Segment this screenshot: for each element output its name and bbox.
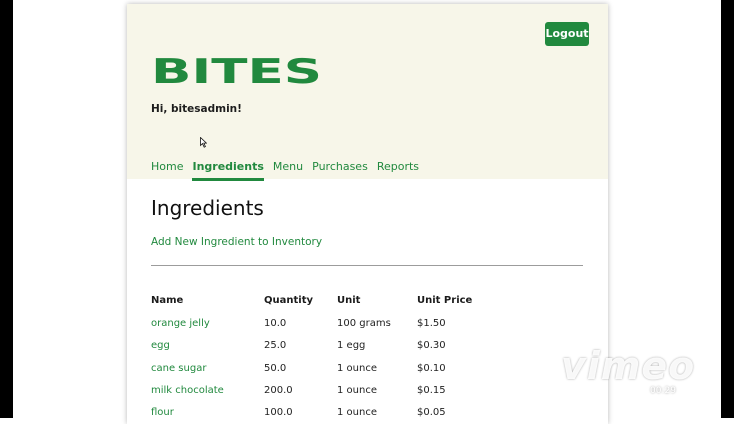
greeting: Hi, bitesadmin! — [151, 103, 242, 115]
column-header-quantity: Quantity — [264, 295, 313, 306]
table-row: egg 25.0 1 egg $0.30 — [127, 340, 608, 358]
ingredient-price: $0.10 — [417, 363, 446, 374]
logo-text: BITES — [151, 52, 322, 88]
ingredient-unit: 1 egg — [337, 340, 366, 351]
table-row: milk chocolate 200.0 1 ounce $0.15 — [127, 385, 608, 403]
nav-reports[interactable]: Reports — [377, 160, 419, 180]
ingredient-unit: 1 ounce — [337, 385, 377, 396]
ingredient-price: $0.30 — [417, 340, 446, 351]
table-row: orange jelly 10.0 100 grams $1.50 — [127, 318, 608, 336]
ingredient-quantity: 100.0 — [264, 407, 293, 418]
column-header-unit: Unit — [337, 295, 361, 306]
ingredient-name-link[interactable]: egg — [151, 340, 170, 351]
forward-icon[interactable] — [596, 386, 607, 397]
player-controls: 00:29 — [578, 383, 694, 399]
page-title: Ingredients — [151, 196, 264, 220]
header: Logout BITES Hi, bitesadmin! Home Ingred… — [127, 4, 608, 181]
table-row: flour 100.0 1 ounce $0.05 — [127, 407, 608, 424]
add-ingredient-link[interactable]: Add New Ingredient to Inventory — [151, 236, 322, 248]
ingredient-quantity: 10.0 — [264, 318, 287, 329]
pause-icon[interactable] — [614, 386, 625, 397]
ingredient-unit: 100 grams — [337, 318, 391, 329]
logout-button[interactable]: Logout — [545, 22, 589, 46]
ingredient-quantity: 50.0 — [264, 363, 287, 374]
ingredient-name-link[interactable]: milk chocolate — [151, 385, 224, 396]
nav-home[interactable]: Home — [151, 160, 183, 180]
column-header-unit-price: Unit Price — [417, 295, 473, 306]
playback-time: 00:29 — [650, 386, 676, 396]
main-nav: Home Ingredients Menu Purchases Reports — [151, 160, 419, 181]
pencil-icon[interactable] — [578, 386, 589, 397]
ingredient-price: $1.50 — [417, 318, 446, 329]
ingredient-name-link[interactable]: cane sugar — [151, 363, 206, 374]
mouse-cursor-icon — [200, 137, 207, 148]
nav-purchases[interactable]: Purchases — [312, 160, 368, 180]
divider — [151, 265, 583, 266]
ingredient-unit: 1 ounce — [337, 363, 377, 374]
vimeo-watermark: vimeo — [561, 344, 696, 388]
page-card: Logout BITES Hi, bitesadmin! Home Ingred… — [127, 4, 608, 424]
nav-menu[interactable]: Menu — [273, 160, 303, 180]
ingredient-quantity: 200.0 — [264, 385, 293, 396]
nav-ingredients[interactable]: Ingredients — [192, 160, 265, 181]
power-icon[interactable] — [683, 386, 694, 397]
ingredient-price: $0.05 — [417, 407, 446, 418]
ingredient-unit: 1 ounce — [337, 407, 377, 418]
bites-logo: BITES — [151, 52, 322, 88]
ingredient-quantity: 25.0 — [264, 340, 287, 351]
ingredient-name-link[interactable]: flour — [151, 407, 174, 418]
table-row: cane sugar 50.0 1 ounce $0.10 — [127, 363, 608, 381]
column-header-name: Name — [151, 295, 184, 306]
ingredient-price: $0.15 — [417, 385, 446, 396]
left-black-bar — [0, 0, 13, 418]
ingredient-name-link[interactable]: orange jelly — [151, 318, 210, 329]
right-black-bar — [721, 0, 734, 418]
stop-icon[interactable] — [632, 386, 643, 397]
